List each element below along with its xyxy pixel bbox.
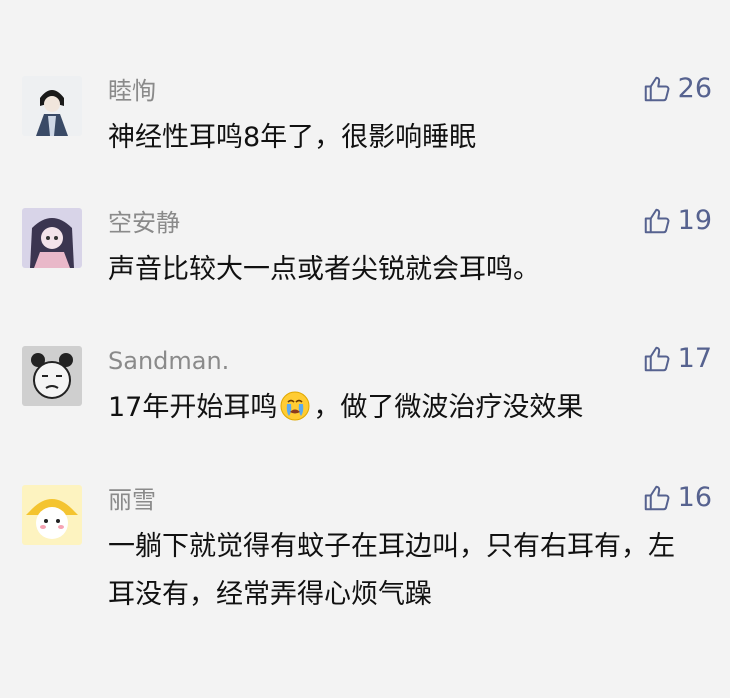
like-button[interactable]: 16	[642, 481, 712, 515]
like-count: 19	[677, 205, 712, 236]
like-button[interactable]: 17	[642, 342, 712, 376]
like-count: 17	[677, 343, 712, 374]
like-count: 26	[677, 73, 712, 104]
like-button[interactable]: 19	[642, 204, 712, 238]
avatar[interactable]	[22, 208, 82, 268]
username[interactable]: 睦恂	[108, 76, 156, 106]
thumbs-up-icon	[642, 206, 672, 236]
comment-text-part: 17年开始耳鸣	[108, 392, 278, 423]
avatar[interactable]	[22, 485, 82, 545]
comment-text: 神经性耳鸣8年了，很影响睡眠	[108, 122, 477, 153]
comment-list: 睦恂 26 神经性耳鸣8年了，很影响睡眠 空安静 19 声音比较大一点或者尖锐就…	[0, 0, 730, 698]
like-button[interactable]: 26	[642, 72, 712, 106]
username[interactable]: Sandman.	[108, 346, 229, 376]
like-count: 16	[677, 482, 712, 513]
username[interactable]: 丽雪	[108, 485, 156, 515]
avatar[interactable]	[22, 346, 82, 406]
thumbs-up-icon	[642, 74, 672, 104]
avatar[interactable]	[22, 76, 82, 136]
username[interactable]: 空安静	[108, 208, 180, 238]
thumbs-up-icon	[642, 483, 672, 513]
comment-text: 17年开始耳鸣 ，做了微波治疗没效果	[108, 384, 698, 438]
comment-text: 一躺下就觉得有蚊子在耳边叫，只有右耳有，左耳没有，经常弄得心烦气躁	[108, 531, 675, 610]
comment-text-part: ，做了微波治疗没效果	[313, 392, 584, 423]
thumbs-up-icon	[642, 344, 672, 374]
crying-face-icon	[279, 390, 311, 438]
comment-text: 声音比较大一点或者尖锐就会耳鸣。	[108, 254, 540, 285]
